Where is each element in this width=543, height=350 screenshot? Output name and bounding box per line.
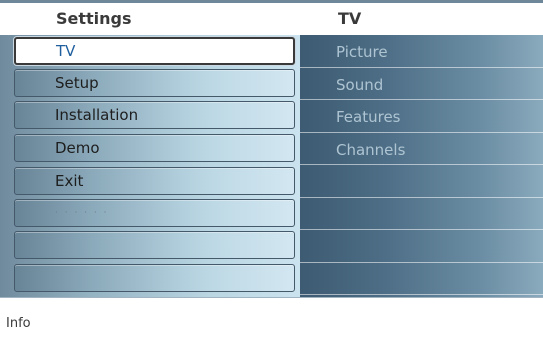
submenu-item-empty <box>300 165 543 198</box>
submenu-item-label: Sound <box>336 75 384 94</box>
menu-item-empty: · · · · · · <box>14 199 295 227</box>
menu-item-label: Installation <box>55 106 139 124</box>
tv-settings-screen: Settings TV TV Setup Installation Demo E… <box>0 0 543 350</box>
menu-item-empty <box>14 231 295 259</box>
submenu-item-label: Picture <box>336 43 388 61</box>
menu-item-tv[interactable]: TV <box>14 37 295 65</box>
submenu-item-label: Features <box>336 108 401 126</box>
submenu-item-picture[interactable]: Picture <box>300 35 543 68</box>
menu-item-setup[interactable]: Setup <box>14 69 295 97</box>
main-menu: TV Setup Installation Demo Exit · · · · … <box>0 35 300 297</box>
menu-item-empty <box>14 264 295 292</box>
menu-area: TV Setup Installation Demo Exit · · · · … <box>0 35 543 297</box>
submenu-title: TV <box>338 9 362 28</box>
submenu: Picture Sound Features Channels <box>300 35 543 297</box>
menu-item-label: TV <box>56 42 76 60</box>
submenu-item-features[interactable]: Features <box>300 100 543 133</box>
settings-title: Settings <box>56 9 132 28</box>
menu-item-demo[interactable]: Demo <box>14 134 295 162</box>
submenu-item-empty <box>300 230 543 263</box>
menu-item-label: Setup <box>55 74 99 92</box>
submenu-item-empty <box>300 198 543 230</box>
submenu-item-channels[interactable]: Channels <box>300 133 543 165</box>
bottom-divider <box>0 297 543 298</box>
menu-item-exit[interactable]: Exit <box>14 167 295 195</box>
submenu-item-empty <box>300 263 543 295</box>
menu-item-label: Exit <box>55 172 84 190</box>
menu-item-label: · · · · · · <box>55 208 109 218</box>
menu-item-label: Demo <box>55 139 100 157</box>
menu-header: Settings TV <box>0 3 543 33</box>
submenu-item-sound[interactable]: Sound <box>300 68 543 100</box>
info-label: Info <box>6 316 31 331</box>
submenu-item-label: Channels <box>336 140 406 159</box>
menu-item-installation[interactable]: Installation <box>14 101 295 129</box>
